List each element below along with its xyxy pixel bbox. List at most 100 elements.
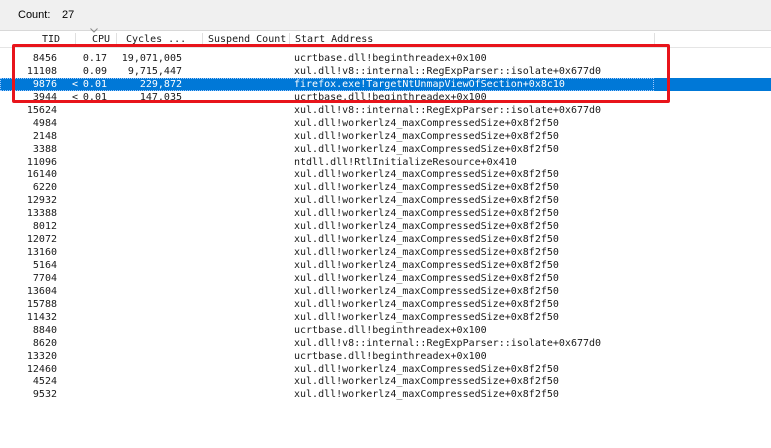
table-row[interactable]: 15624 xul.dll!v8::internal::RegExpParser:… [0,104,771,117]
table-row[interactable]: 9532 xul.dll!workerlz4_maxCompressedSize+… [0,388,771,401]
count-label: Count: [18,9,51,21]
cell-tid: 13160 [26,247,57,259]
cell-start-address: xul.dll!workerlz4_maxCompressedSize+0x8f… [294,260,559,271]
cell-start-address: ucrtbase.dll!beginthreadex+0x100 [294,91,487,103]
cell-tid: 5164 [32,260,57,271]
cell-tid: 2148 [32,130,57,142]
cell-tid: 15788 [26,298,57,310]
cell-start-address: xul.dll!workerlz4_maxCompressedSize+0x8f… [294,208,559,220]
cell-start-address: ntdll.dll!RtlInitializeResource+0x410 [294,156,517,168]
table-row[interactable]: 8840 ucrtbase.dll!beginthreadex+0x100 [0,324,771,337]
cell-tid: 8620 [32,337,57,349]
cell-tid: 3388 [32,143,57,155]
cell-start-address: xul.dll!workerlz4_maxCompressedSize+0x8f… [294,247,559,259]
table-row[interactable]: 11108 0.09 9,715,447 xul.dll!v8::internal::… [0,65,771,78]
cell-tid: 8840 [32,324,57,336]
table-row[interactable]: 2148 xul.dll!workerlz4_maxCompressedSize+… [0,130,771,143]
cell-tid: 6220 [32,182,57,194]
cell-start-address: xul.dll!workerlz4_maxCompressedSize+0x8f… [294,169,559,181]
cell-start-address: xul.dll!v8::internal::RegExpParser::isol… [294,337,602,349]
cell-tid: 16140 [26,169,57,181]
table-row[interactable]: 16140 xul.dll!workerlz4_maxCompressedSize… [0,168,771,181]
cell-tid: 7704 [32,272,57,284]
count-bar: Count: 27 [0,0,771,30]
table-row[interactable]: 11096 ntdll.dll!RtlInitializeResource+0x4… [0,156,771,169]
cell-tid: 13320 [26,350,57,362]
table-row[interactable]: 5164 xul.dll!workerlz4_maxCompressedSize+… [0,259,771,272]
cell-start-address: xul.dll!workerlz4_maxCompressedSize+0x8f… [294,272,559,284]
cell-start-address: xul.dll!workerlz4_maxCompressedSize+0x8f… [294,389,559,401]
cell-start-address: xul.dll!v8::internal::RegExpParser::isol… [294,65,602,77]
cell-tid: 11432 [26,311,57,323]
cell-tid: 13604 [26,285,57,297]
cell-start-address: xul.dll!workerlz4_maxCompressedSize+0x8f… [294,376,559,388]
table-row[interactable]: 7704 xul.dll!workerlz4_maxCompressedSize+… [0,272,771,285]
cell-cpu: 0.09 [82,65,107,77]
cell-start-address: ucrtbase.dll!beginthreadex+0x100 [294,350,487,362]
cell-start-address: xul.dll!workerlz4_maxCompressedSize+0x8f… [294,363,559,375]
cell-tid: 11108 [26,65,57,77]
column-separator[interactable] [75,33,76,46]
cell-cycles: 19,071,005 [121,53,182,64]
table-row[interactable]: 11432 xul.dll!workerlz4_maxCompressedSize… [0,311,771,324]
cell-start-address: xul.dll!workerlz4_maxCompressedSize+0x8f… [294,285,559,297]
cell-start-address: xul.dll!workerlz4_maxCompressedSize+0x8f… [294,311,559,323]
cell-tid: 9876 [32,78,57,90]
cell-start-address: xul.dll!workerlz4_maxCompressedSize+0x8f… [294,234,559,246]
cell-tid: 12932 [26,195,57,207]
cell-tid: 4524 [32,376,57,388]
cell-tid: 12460 [26,363,57,375]
table-header: TID CPU Cycles ... Suspend Count Start A… [0,31,771,48]
table-row[interactable]: 13320 ucrtbase.dll!beginthreadex+0x100 [0,350,771,363]
cell-start-address: xul.dll!workerlz4_maxCompressedSize+0x8f… [294,195,559,207]
table-row-selected[interactable]: 9876 <0.01 229,872 firefox.exe!TargetNtUnma… [0,77,771,91]
cell-start-address: xul.dll!v8::internal::RegExpParser::isol… [294,104,602,116]
chevron-down-icon [90,28,98,33]
cell-tid: 4984 [32,117,57,129]
cell-cpu: 0.01 [82,78,107,90]
cell-cpu: 0.17 [82,53,107,64]
cell-start-address: xul.dll!workerlz4_maxCompressedSize+0x8f… [294,130,559,142]
cell-cycles: 147,035 [139,91,182,103]
column-separator[interactable] [202,33,203,46]
cell-tid: 8456 [32,53,57,64]
table-row[interactable]: 12460 xul.dll!workerlz4_maxCompressedSize… [0,363,771,376]
cell-tid: 15624 [26,104,57,116]
count-value: 27 [62,9,75,21]
cell-cycles: 9,715,447 [127,65,182,77]
cell-start-address: xul.dll!workerlz4_maxCompressedSize+0x8f… [294,221,559,233]
column-header-cycles[interactable]: Cycles ... [126,31,186,47]
table-row[interactable]: 8456 0.17 19,071,005 ucrtbase.dll!beginthre… [0,52,771,65]
column-header-start-address[interactable]: Start Address [295,31,373,47]
column-header-suspend-count[interactable]: Suspend Count [208,31,286,47]
column-header-tid[interactable]: TID [42,31,60,47]
cell-tid: 3944 [32,91,57,103]
cell-start-address: xul.dll!workerlz4_maxCompressedSize+0x8f… [294,143,559,155]
table-row[interactable]: 12932 xul.dll!workerlz4_maxCompressedSize… [0,194,771,207]
cell-start-address: ucrtbase.dll!beginthreadex+0x100 [294,53,487,64]
table-row[interactable]: 12072 xul.dll!workerlz4_maxCompressedSize… [0,233,771,246]
table-row[interactable]: 13604 xul.dll!workerlz4_maxCompressedSize… [0,285,771,298]
cell-tid: 11096 [26,156,57,168]
table-row[interactable]: 8620 xul.dll!v8::internal::RegExpParser::… [0,337,771,350]
table-row[interactable]: 4524 xul.dll!workerlz4_maxCompressedSize+… [0,375,771,388]
table-row[interactable]: 13388 xul.dll!workerlz4_maxCompressedSize… [0,207,771,220]
column-separator[interactable] [654,33,655,46]
cell-start-address: xul.dll!workerlz4_maxCompressedSize+0x8f… [294,182,559,194]
column-separator[interactable] [289,33,290,46]
table-row[interactable]: 13160 xul.dll!workerlz4_maxCompressedSize… [0,246,771,259]
cell-start-address: xul.dll!workerlz4_maxCompressedSize+0x8f… [294,117,559,129]
table-row[interactable]: 3388 xul.dll!workerlz4_maxCompressedSize+… [0,143,771,156]
table-row[interactable]: 15788 xul.dll!workerlz4_maxCompressedSize… [0,298,771,311]
table-row[interactable]: 6220 xul.dll!workerlz4_maxCompressedSize+… [0,181,771,194]
column-separator[interactable] [116,33,117,46]
table-row[interactable]: 3944 <0.01 147,035 ucrtbase.dll!beginthread… [0,91,771,104]
cell-start-address: firefox.exe!TargetNtUnmapViewOfSection+0… [294,78,565,90]
table-row[interactable]: 4984 xul.dll!workerlz4_maxCompressedSize+… [0,117,771,130]
table-row[interactable]: 8012 xul.dll!workerlz4_maxCompressedSize+… [0,220,771,233]
cell-start-address: xul.dll!workerlz4_maxCompressedSize+0x8f… [294,298,559,310]
column-header-cpu[interactable]: CPU [92,31,110,47]
cell-start-address: ucrtbase.dll!beginthreadex+0x100 [294,324,487,336]
cell-tid: 12072 [26,234,57,246]
cell-tid: 8012 [32,221,57,233]
